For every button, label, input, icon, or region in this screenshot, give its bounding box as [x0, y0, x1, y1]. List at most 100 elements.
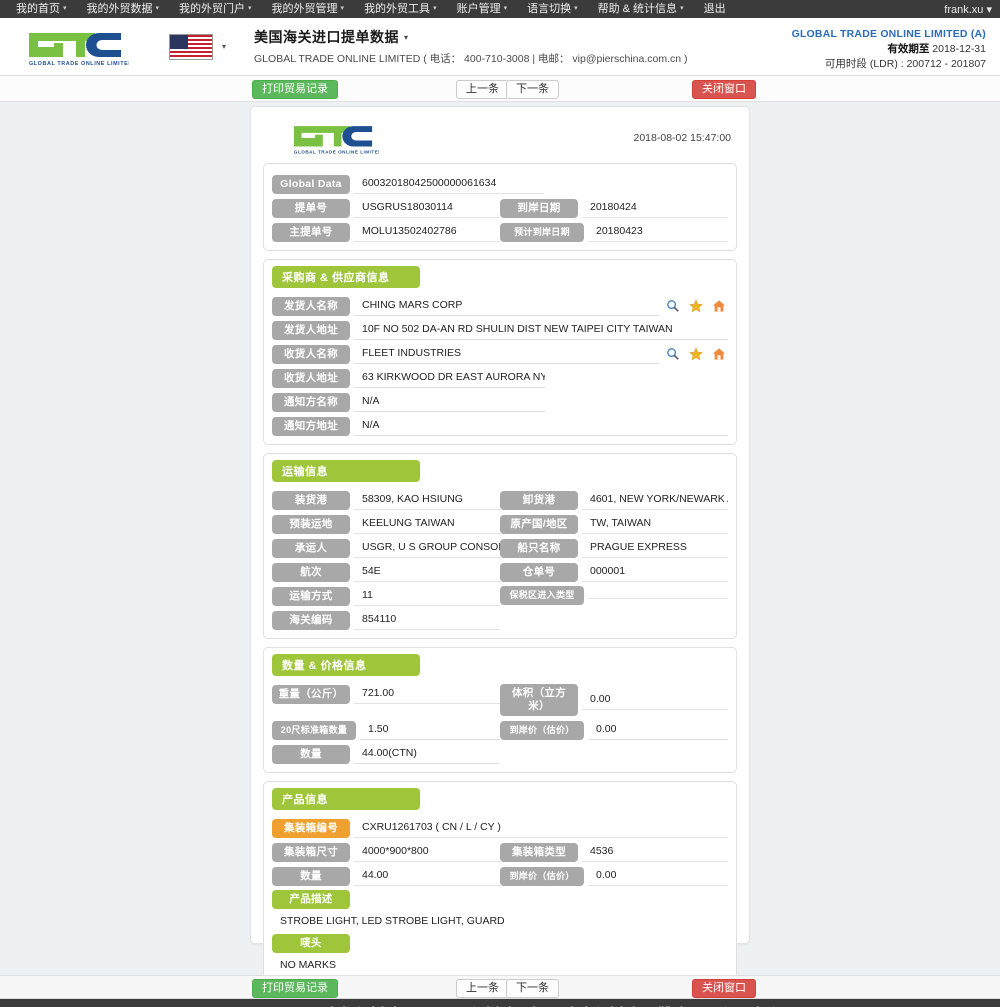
field-label: 收货人名称: [272, 344, 350, 364]
field-row: 承运人 USGR, U S GROUP CONSOLIDATORS 船只名称 P…: [272, 538, 728, 558]
field-notify-party-address: 通知方地址 N/A: [272, 416, 728, 436]
field-row: 唛头: [272, 934, 728, 953]
nav-item-label: 帮助 & 统计信息: [597, 3, 678, 15]
top-navigation-bar: 我的首页 ▾ 我的外贸数据 ▾ 我的外贸门户 ▾ 我的外贸管理 ▾ 我的外贸工具 ▾ 账户…: [0, 0, 1000, 18]
page-title-text: 美国海关进口提单数据: [254, 29, 400, 45]
close-window-button-bottom[interactable]: 关闭窗口: [692, 979, 756, 998]
nav-item-logout[interactable]: 退出: [694, 0, 736, 18]
search-icon[interactable]: [666, 347, 680, 361]
next-record-button-bottom[interactable]: 下一条: [506, 979, 559, 998]
country-flag-selector[interactable]: ▾: [169, 33, 226, 60]
previous-record-button[interactable]: 上一条: [456, 80, 509, 99]
home-icon[interactable]: [712, 299, 726, 313]
consignee-action-icons: [660, 347, 728, 361]
user-menu[interactable]: frank.xu ▾: [944, 3, 992, 16]
field-transport-mode: 运输方式 11: [272, 586, 500, 606]
field-row: 集装箱编号 CXRU1261703 ( CN / L / CY ): [272, 818, 728, 838]
field-value: N/A: [354, 416, 728, 436]
nav-item-trade-tools[interactable]: 我的外贸工具 ▾: [354, 0, 447, 18]
previous-record-button-bottom[interactable]: 上一条: [456, 979, 509, 998]
field-label: 重量（公斤）: [272, 684, 350, 704]
field-row: 预装运地 KEELUNG TAIWAN 原产国/地区 TW, TAIWAN: [272, 514, 728, 534]
nav-item-account-management[interactable]: 账户管理 ▾: [447, 0, 518, 18]
field-bonded-entry-type: 保税区进入类型: [500, 586, 728, 605]
chevron-down-icon: ▾: [574, 5, 578, 12]
field-label: 集装箱编号: [272, 818, 350, 838]
quantity-price-section: 数量 & 价格信息 重量（公斤） 721.00 体积（立方米） 0.00 20尺…: [263, 647, 737, 773]
star-icon[interactable]: [689, 347, 703, 361]
field-row: 通知方地址 N/A: [272, 416, 728, 436]
field-value: 20180423: [588, 222, 728, 242]
svg-text:GLOBAL TRADE ONLINE LIMITED: GLOBAL TRADE ONLINE LIMITED: [294, 149, 379, 154]
nav-item-trade-portal[interactable]: 我的外贸门户 ▾: [169, 0, 262, 18]
field-label: Global Data: [272, 174, 350, 194]
close-window-button[interactable]: 关闭窗口: [692, 80, 756, 99]
field-row: 收货人名称 FLEET INDUSTRIES: [272, 344, 728, 364]
field-label: 收货人地址: [272, 368, 350, 388]
field-label: 通知方地址: [272, 416, 350, 436]
field-country-of-origin: 原产国/地区 TW, TAIWAN: [500, 514, 728, 534]
nav-item-label: 我的首页: [16, 3, 60, 15]
field-value: 10F NO 502 DA-AN RD SHULIN DIST NEW TAIP…: [354, 320, 728, 340]
field-product-cif-estimate: 到岸价（估价） 0.00: [500, 866, 728, 886]
field-label: 发货人地址: [272, 320, 350, 340]
nav-item-home[interactable]: 我的首页 ▾: [6, 0, 77, 18]
field-shipper-name: 发货人名称 CHING MARS CORP: [272, 296, 728, 316]
nav-item-language-switch[interactable]: 语言切换 ▾: [517, 0, 588, 18]
field-label: 到岸价（估价）: [500, 720, 584, 740]
section-title: 采购商 & 供应商信息: [272, 266, 420, 288]
field-notify-party-name: 通知方名称 N/A: [272, 392, 728, 412]
field-value: 0.00: [582, 690, 728, 710]
field-row: 通知方名称 N/A: [272, 392, 728, 412]
nav-item-label: 我的外贸门户: [179, 3, 246, 15]
field-container-type: 集装箱类型 4536: [500, 842, 728, 862]
field-row: 提单号 USGRUS18030114 到岸日期 20180424: [272, 198, 728, 218]
home-icon[interactable]: [712, 347, 726, 361]
print-trade-record-button[interactable]: 打印贸易记录: [252, 80, 338, 99]
field-label: 预装运地: [272, 514, 350, 534]
field-label: 提单号: [272, 198, 350, 218]
star-icon[interactable]: [689, 299, 703, 313]
document-timestamp: 2018-08-02 15:47:00: [633, 132, 732, 144]
field-manifest-number: 仓单号 000001: [500, 562, 728, 582]
field-label: 集装箱尺寸: [272, 842, 350, 862]
field-label: 到岸价（估价）: [500, 866, 584, 886]
search-icon[interactable]: [666, 299, 680, 313]
field-value: N/A: [354, 392, 545, 412]
field-label: 原产国/地区: [500, 514, 578, 534]
buyer-supplier-section: 采购商 & 供应商信息 发货人名称 CHING MARS CORP 发货人地址 …: [263, 259, 737, 445]
field-weight-kg: 重量（公斤） 721.00: [272, 684, 500, 704]
nav-item-trade-data[interactable]: 我的外贸数据 ▾: [77, 0, 170, 18]
field-label: 保税区进入类型: [500, 586, 584, 605]
field-port-of-loading: 装货港 58309, KAO HSIUNG: [272, 490, 500, 510]
field-label: 集装箱类型: [500, 842, 578, 862]
field-row: 海关编码 854110: [272, 610, 728, 630]
field-label: 数量: [272, 866, 350, 886]
field-estimated-arrival-date: 预计到岸日期 20180423: [500, 222, 728, 242]
field-value: 4536: [582, 842, 728, 862]
field-consignee-address: 收货人地址 63 KIRKWOOD DR EAST AURORA NY 1405…: [272, 368, 728, 388]
field-label: 发货人名称: [272, 296, 350, 316]
field-value: 54E: [354, 562, 500, 582]
shipper-action-icons: [660, 299, 728, 313]
page-title[interactable]: 美国海关进口提单数据 ▾: [254, 27, 688, 47]
field-product-quantity: 数量 44.00: [272, 866, 500, 886]
field-vessel-name: 船只名称 PRAGUE EXPRESS: [500, 538, 728, 558]
gto-logo-svg: GLOBAL TRADE ONLINE LIMITED: [28, 32, 129, 67]
nav-item-trade-management[interactable]: 我的外贸管理 ▾: [262, 0, 355, 18]
field-label: 航次: [272, 562, 350, 582]
field-global-data: Global Data 60032018042500000061634: [272, 174, 728, 194]
field-row: 发货人名称 CHING MARS CORP: [272, 296, 728, 316]
print-trade-record-button-bottom[interactable]: 打印贸易记录: [252, 979, 338, 998]
field-cif-estimate: 到岸价（估价） 0.00: [500, 720, 728, 740]
field-container-size: 集装箱尺寸 4000*900*800: [272, 842, 500, 862]
field-value: 60032018042500000061634: [354, 174, 544, 194]
nav-item-help-statistics[interactable]: 帮助 & 统计信息 ▾: [588, 0, 694, 18]
top-action-toolbar: 打印贸易记录 上一条 下一条 关闭窗口: [0, 76, 1000, 102]
field-value: 1.50: [360, 720, 500, 740]
gto-logo[interactable]: GLOBAL TRADE ONLINE LIMITED: [12, 27, 137, 67]
next-record-button[interactable]: 下一条: [506, 80, 559, 99]
chevron-down-icon: ▾: [433, 5, 437, 12]
field-row: 数量 44.00(CTN): [272, 744, 728, 764]
account-info-block: GLOBAL TRADE ONLINE LIMITED (A) 有效期至 201…: [792, 27, 986, 73]
